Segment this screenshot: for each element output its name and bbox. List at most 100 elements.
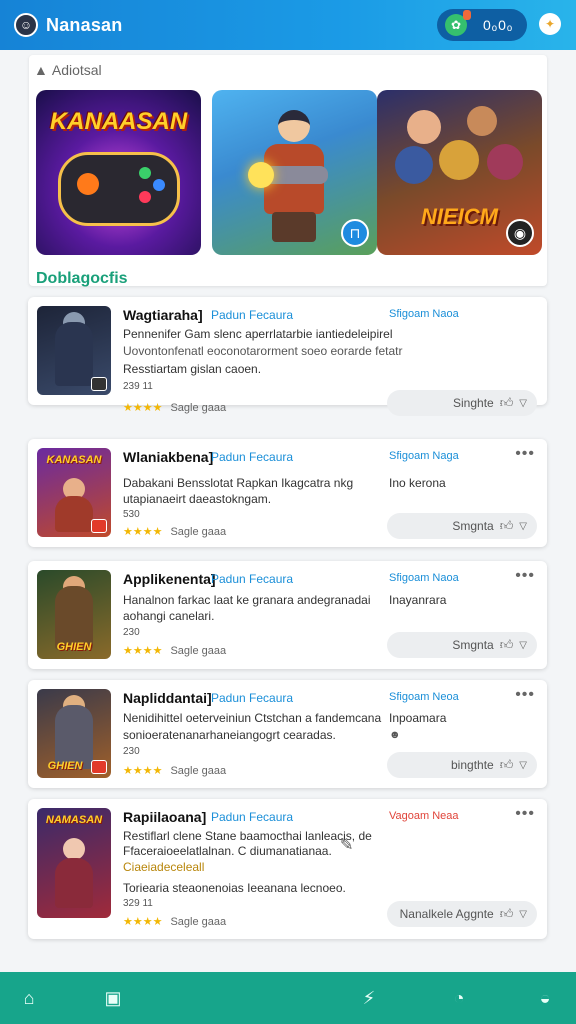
list-item[interactable]: GHIEN Napliddantai] Padun Fecaura Sfigoa… [28, 680, 547, 788]
bottom-nav: ⌂ ▣ ⚡︎ ◔ ◒ [0, 972, 576, 1024]
item-tag[interactable]: Padun Fecaura [211, 450, 293, 464]
stats-icon[interactable]: ◔ [447, 986, 471, 1010]
action-button-label: Smgnta [452, 638, 494, 652]
item-right-label[interactable]: Vagoam Neaa [389, 810, 459, 822]
item-title: Napliddantai] [123, 690, 212, 706]
pen-icon[interactable]: ✎ [340, 835, 353, 855]
store-icon[interactable]: ◒ [533, 986, 557, 1010]
trophy-icon[interactable]: ✦ [539, 13, 561, 35]
item-desc-2: sonioeratenanarhaneiangogrt cearadas. [123, 728, 336, 742]
item-meta: 530 [123, 509, 140, 520]
chat-icon: ✿ [445, 10, 471, 36]
thumbs-up-icon: 👍︎ [499, 757, 514, 772]
section-title: Doblagocfis [36, 270, 128, 287]
game-thumbnail: NAMASAN [37, 808, 111, 918]
chevron-down-icon: ▽ [519, 397, 527, 409]
rating-label: Sagle gaaa [170, 765, 227, 777]
rating-label: Sagle gaaa [170, 402, 227, 414]
item-meta: 230 [123, 746, 140, 757]
thumbs-up-icon: 👍︎ [499, 637, 514, 652]
item-desc-2: Uovontonfenatl eoconotarorment soeo eora… [123, 344, 403, 358]
thumbs-up-icon: 👍︎ [499, 906, 514, 921]
game-thumbnail: GHIEN [37, 689, 111, 778]
chevron-down-icon: ▽ [519, 759, 527, 771]
item-tag[interactable]: Padun Fecaura [211, 810, 293, 824]
star-rating: ★★★★ Sagle gaaa [123, 526, 227, 538]
more-options-icon[interactable]: ••• [515, 445, 535, 463]
thumbs-up-icon: 👍︎ [499, 395, 514, 410]
star-rating: ★★★★ Sagle gaaa [123, 402, 227, 414]
featured-card-title: KANAASAN [49, 108, 188, 135]
item-desc-1: Restiflarl clene Stane baamocthai lanlea… [123, 829, 372, 843]
home-icon[interactable]: ⌂ [17, 986, 41, 1010]
action-button-label: Singhte [453, 396, 494, 410]
action-button-label: Smgnta [452, 519, 494, 533]
item-tag[interactable]: Padun Fecaura [211, 691, 293, 705]
chevron-down-icon: ▽ [519, 520, 527, 532]
item-title: Wagtiaraha] [123, 307, 203, 323]
item-right-label[interactable]: Sfigoam Naoa [389, 308, 459, 320]
item-tag[interactable]: Padun Fecaura [211, 308, 293, 322]
featured-label-text: Adiotsal [51, 62, 102, 78]
item-right-label[interactable]: Sfigoam Naga [389, 450, 459, 462]
library-icon[interactable]: ▣ [101, 986, 125, 1010]
character-group [387, 100, 532, 200]
item-right-label[interactable]: Sfigoam Neoa [389, 691, 459, 703]
item-title: Applikenenta] [123, 571, 216, 587]
game-thumbnail: KANASAN [37, 448, 111, 537]
item-desc-3: Toriearia steaonenoias Ieeanana lecnoeo. [123, 881, 346, 895]
star-rating: ★★★★ Sagle gaaa [123, 765, 227, 777]
item-desc-1: Nenidihittel oeterveiniun Ctstchan a fan… [123, 711, 382, 725]
action-button[interactable]: Nanalkele Aggnte 👍︎ ▽ [387, 901, 537, 927]
gamepad-icon [58, 152, 180, 226]
action-button[interactable]: Smgnta 👍︎ ▽ [387, 632, 537, 658]
item-tag[interactable]: Padun Fecaura [211, 572, 293, 586]
rating-label: Sagle gaaa [170, 916, 227, 928]
more-options-icon[interactable]: ••• [515, 805, 535, 823]
item-desc-3: Resstiartam gislan caoen. [123, 362, 262, 376]
bell-icon: ▲ [34, 62, 48, 78]
featured-card-3[interactable]: NIEICM ◉ [377, 90, 542, 255]
rating-label: Sagle gaaa [170, 526, 227, 538]
app-title: Nanasan [46, 14, 123, 35]
list-item[interactable]: GHIEN Applikenenta] Padun Fecaura Sfigoa… [28, 561, 547, 669]
featured-card-2[interactable]: ⊓ [212, 90, 377, 255]
item-desc-2: utapianaeirt daeastokngam. [123, 492, 272, 506]
action-button[interactable]: Singhte 👍︎ ▽ [387, 390, 537, 416]
item-right-desc: Inayanrara [389, 593, 447, 607]
list-item[interactable]: KANASAN Wlaniakbena] Padun Fecaura Sfigo… [28, 439, 547, 547]
item-meta: 329 11 [123, 898, 153, 909]
item-meta: 239 11 [123, 381, 153, 392]
item-desc-highlight: Ciaeiadeceleall [123, 860, 205, 874]
action-button-label: Nanalkele Aggnte [399, 907, 494, 921]
pill-text: 0ₒ0ₒ [483, 17, 514, 33]
item-right-desc: Inpoamara [389, 711, 447, 725]
item-desc-1: Hanalnon farkac laat ke granara andegran… [123, 593, 371, 607]
user-avatar[interactable]: ☺ [14, 13, 38, 37]
item-desc-1: Dabakani Bensslotat Rapkan Ikagcatra nkg [123, 476, 354, 490]
item-right-desc: Ino kerona [389, 476, 446, 490]
rating-label: Sagle gaaa [170, 645, 227, 657]
item-meta: 230 [123, 627, 140, 638]
notification-dot [463, 10, 471, 20]
thumbs-up-icon: 👍︎ [499, 518, 514, 533]
store-badge-icon: ⊓ [341, 219, 369, 247]
item-right-label[interactable]: Sfigoam Naoa [389, 572, 459, 584]
currency-pill[interactable]: ✿ 0ₒ0ₒ [437, 9, 527, 41]
star-rating: ★★★★ Sagle gaaa [123, 916, 227, 928]
chevron-down-icon: ▽ [519, 908, 527, 920]
chevron-down-icon: ▽ [519, 639, 527, 651]
action-button[interactable]: bingthte 👍︎ ▽ [387, 752, 537, 778]
featured-label: ▲ Adiotsal [34, 62, 102, 78]
featured-card-1[interactable]: KANAASAN [36, 90, 201, 255]
emoji-icon: ☻ [389, 729, 401, 741]
more-options-icon[interactable]: ••• [515, 567, 535, 585]
more-options-icon[interactable]: ••• [515, 686, 535, 704]
action-button[interactable]: Smgnta 👍︎ ▽ [387, 513, 537, 539]
item-title: Wlaniakbena] [123, 449, 214, 465]
item-desc-1: Pennenifer Gam slenc aperrlatarbie ianti… [123, 327, 393, 341]
activity-icon[interactable]: ⚡︎ [357, 986, 381, 1010]
game-thumbnail: GHIEN [37, 570, 111, 659]
list-item[interactable]: NAMASAN Rapiilaoana] Padun Fecaura Vagoa… [28, 799, 547, 939]
list-item[interactable]: Wagtiaraha] Padun Fecaura Sfigoam Naoa P… [28, 297, 547, 416]
